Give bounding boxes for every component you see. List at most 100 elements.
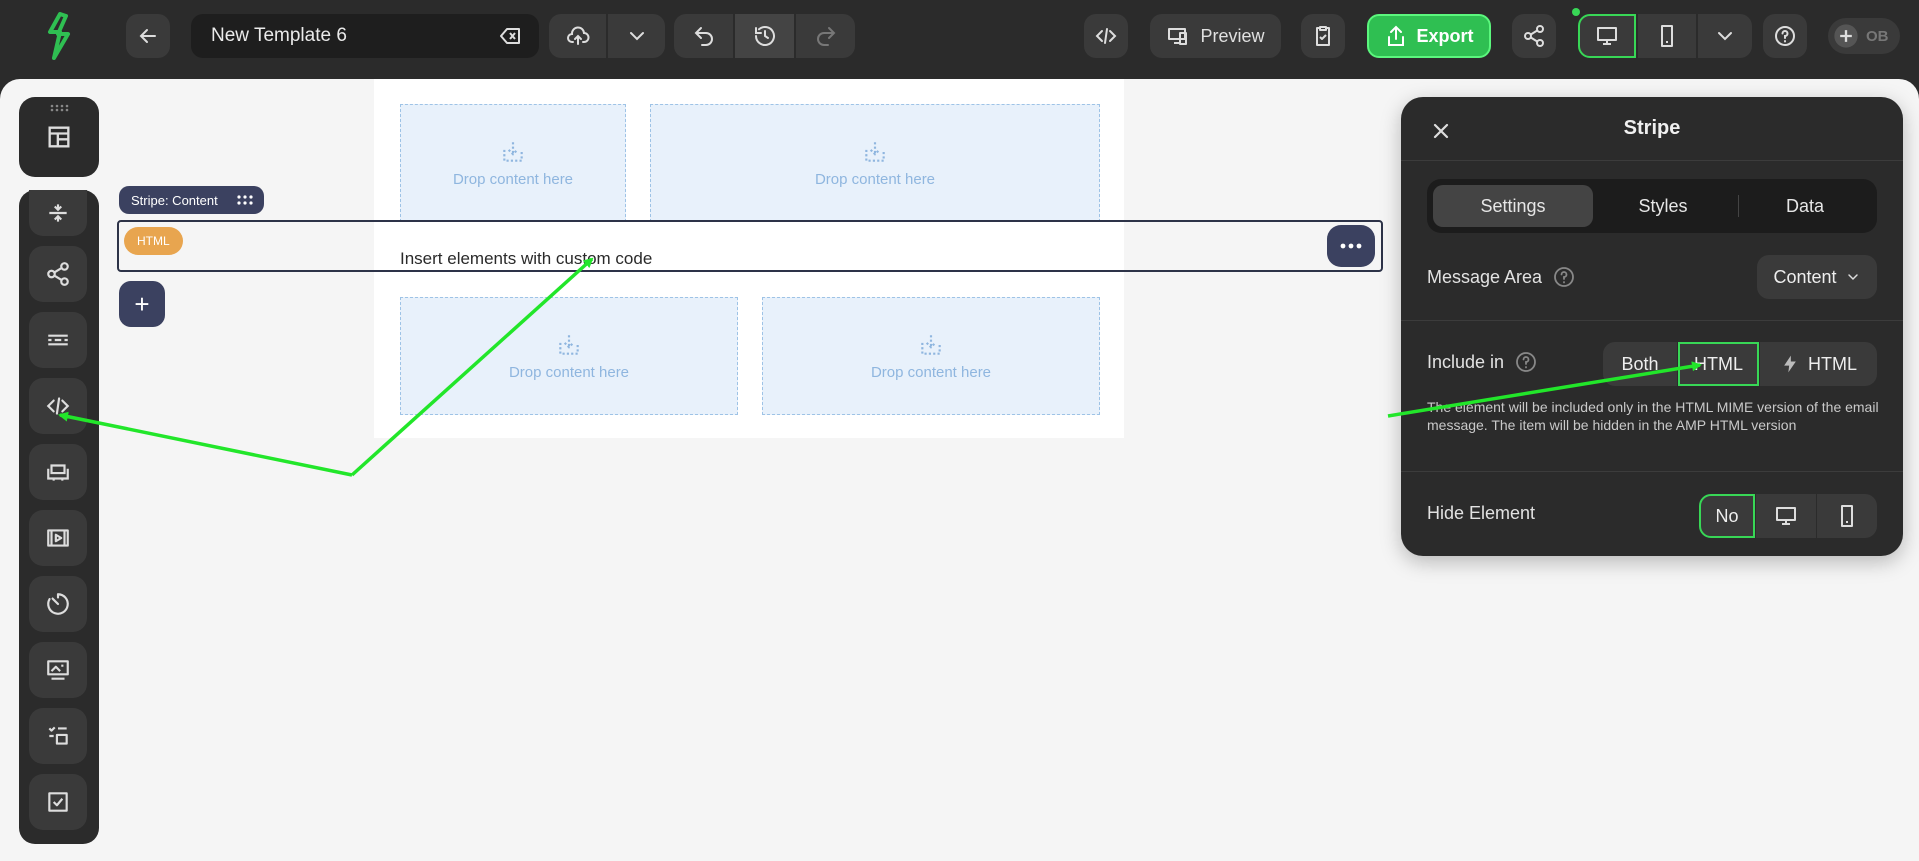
video-icon — [47, 529, 69, 547]
html-block-text[interactable]: Insert elements with custom code — [400, 249, 652, 269]
desktop-icon — [1776, 507, 1796, 525]
history-button[interactable] — [735, 14, 794, 58]
mobile-icon — [1661, 25, 1673, 47]
code-editor-button[interactable] — [1084, 14, 1128, 58]
stripe-tag[interactable]: Stripe: Content — [119, 186, 264, 214]
device-group — [1578, 14, 1752, 58]
undo-button[interactable] — [674, 14, 733, 58]
template-name: New Template 6 — [211, 25, 347, 46]
arrow-left-icon — [139, 29, 156, 43]
save-options-button[interactable] — [608, 14, 665, 58]
menu-block-button[interactable] — [29, 312, 87, 368]
help-icon[interactable] — [1552, 265, 1576, 289]
stripe-tag-label: Stripe: Content — [131, 192, 218, 208]
more-options-button[interactable] — [1327, 225, 1375, 267]
drop-zone[interactable]: Drop content here — [650, 104, 1100, 222]
form-block-button[interactable] — [29, 708, 87, 764]
message-area-value: Content — [1773, 266, 1837, 287]
drop-icon — [559, 334, 579, 355]
panel-tabs: Settings Styles Data — [1427, 179, 1877, 233]
grip-icon[interactable] — [49, 104, 69, 112]
desktop-icon — [1597, 27, 1617, 45]
form-icon — [48, 726, 68, 745]
clipboard-check-icon — [1316, 26, 1330, 46]
desktop-view-button[interactable] — [1578, 14, 1636, 58]
drop-zone[interactable]: Drop content here — [400, 297, 738, 415]
checkbox-icon — [48, 792, 68, 812]
template-name-field[interactable]: New Template 6 — [191, 14, 539, 58]
share-icon — [1524, 25, 1544, 47]
history-group — [674, 14, 855, 58]
stripo-logo-icon[interactable] — [46, 12, 72, 60]
drop-zone[interactable]: Drop content here — [400, 104, 626, 222]
more-icon — [1340, 243, 1362, 249]
lightning-icon — [1784, 355, 1796, 373]
include-in-row: Include in — [1427, 350, 1538, 374]
mobile-view-button[interactable] — [1638, 14, 1696, 58]
preview-label: Preview — [1200, 25, 1265, 46]
avatar-initials: OB — [1866, 27, 1889, 45]
export-button[interactable]: Export — [1367, 14, 1491, 58]
divider — [1401, 320, 1903, 321]
timer-block-button[interactable] — [29, 576, 87, 632]
html-badge: HTML — [124, 227, 183, 255]
history-icon — [754, 26, 775, 46]
devices-icon — [1168, 28, 1188, 45]
tab-styles[interactable]: Styles — [1593, 185, 1733, 227]
include-both-button[interactable]: Both — [1603, 342, 1677, 386]
backspace-icon[interactable] — [499, 24, 523, 48]
help-icon — [1775, 26, 1795, 46]
include-in-label: Include in — [1427, 351, 1505, 372]
hide-desktop-button[interactable] — [1756, 494, 1816, 538]
banner-block-button[interactable] — [29, 642, 87, 698]
test-button[interactable] — [1301, 14, 1345, 58]
divider — [1401, 160, 1903, 161]
cloud-upload-icon — [566, 26, 589, 45]
share-icon — [47, 262, 69, 286]
include-html-button[interactable]: HTML — [1678, 342, 1759, 386]
social-block-button[interactable] — [29, 246, 87, 302]
redo-button[interactable] — [796, 14, 855, 58]
save-button[interactable] — [549, 14, 606, 58]
drop-label: Drop content here — [452, 170, 574, 188]
code-icon — [1095, 28, 1117, 44]
hide-mobile-button[interactable] — [1817, 494, 1877, 538]
carousel-block-button[interactable] — [29, 444, 87, 500]
banner-icon — [47, 660, 69, 680]
hide-no-button[interactable]: No — [1699, 494, 1755, 538]
drop-zone[interactable]: Drop content here — [762, 297, 1100, 415]
message-area-select[interactable]: Content — [1757, 255, 1877, 299]
help-icon[interactable] — [1514, 350, 1538, 374]
add-block-button[interactable]: + — [119, 281, 165, 327]
panel-title: Stripe — [1623, 117, 1681, 139]
preview-button[interactable]: Preview — [1150, 14, 1281, 58]
spacer-block-button[interactable] — [29, 190, 87, 236]
html-block-button[interactable] — [29, 378, 87, 434]
spacer-icon — [49, 204, 67, 222]
timer-icon — [47, 593, 69, 615]
top-bar: New Template 6 Preview Export OB — [0, 0, 1919, 70]
user-avatar[interactable]: OB — [1828, 18, 1900, 54]
checkbox-block-button[interactable] — [29, 774, 87, 830]
layout-icon — [48, 126, 70, 148]
drop-label: Drop content here — [814, 170, 936, 188]
drop-label: Drop content here — [508, 363, 630, 381]
hide-no-label: No — [1715, 505, 1739, 526]
settings-panel: Stripe Settings Styles Data Message Area… — [1401, 97, 1903, 556]
back-button[interactable] — [126, 14, 170, 58]
export-label: Export — [1416, 25, 1474, 46]
message-area-label: Message Area — [1427, 266, 1543, 287]
tab-data[interactable]: Data — [1739, 185, 1871, 227]
hide-element-row: Hide Element — [1427, 503, 1535, 524]
tab-settings[interactable]: Settings — [1433, 185, 1593, 227]
video-block-button[interactable] — [29, 510, 87, 566]
device-options-button[interactable] — [1698, 14, 1752, 58]
mobile-icon — [1841, 505, 1853, 527]
selected-stripe-outline[interactable] — [117, 220, 1383, 272]
hide-element-label: Hide Element — [1427, 503, 1536, 523]
drag-handle-icon[interactable] — [236, 194, 254, 206]
share-button[interactable] — [1512, 14, 1556, 58]
include-amp-button[interactable]: HTML — [1760, 342, 1877, 386]
left-toolbar — [19, 190, 99, 844]
help-button[interactable] — [1763, 14, 1807, 58]
